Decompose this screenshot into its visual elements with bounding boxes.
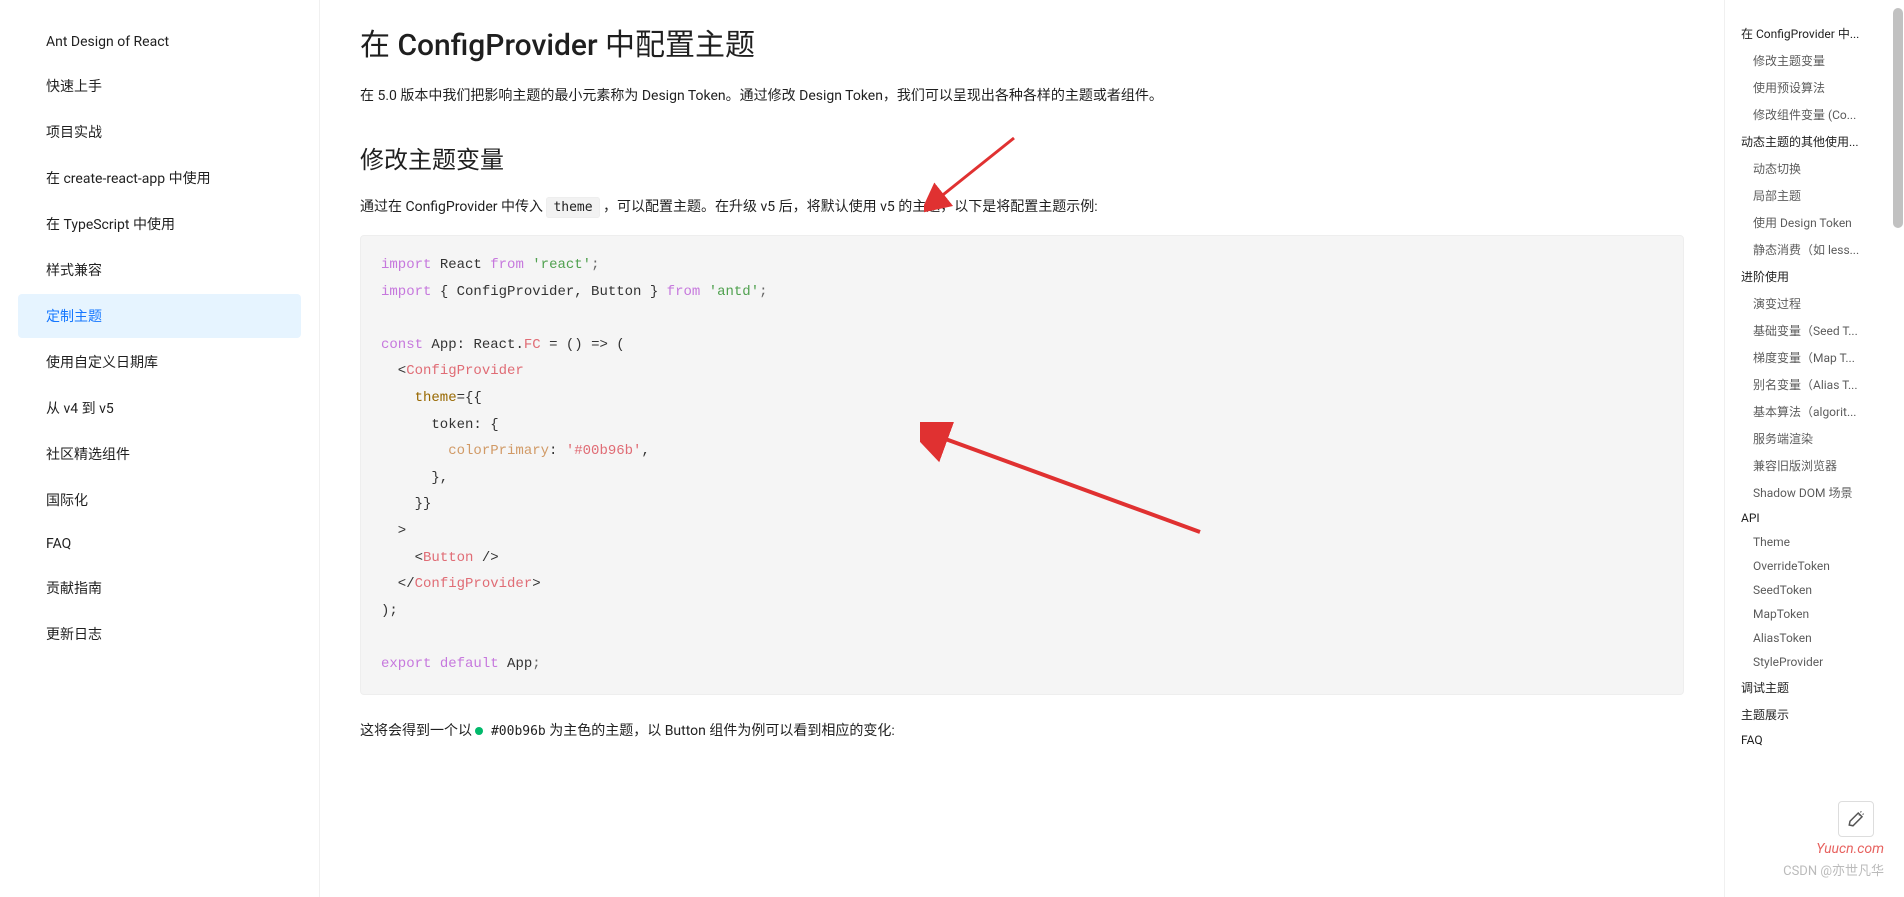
csdn-attribution: CSDN @亦世凡华 [1783, 860, 1884, 879]
toc-item[interactable]: 使用预设算法 [1725, 74, 1894, 101]
sidebar-item[interactable]: 社区精选组件 [18, 432, 301, 476]
sidebar-item[interactable]: 在 TypeScript 中使用 [18, 202, 301, 246]
sidebar-item[interactable]: 使用自定义日期库 [18, 340, 301, 384]
table-of-contents: 在 ConfigProvider 中...修改主题变量使用预设算法修改组件变量 … [1724, 0, 1904, 897]
toc-item[interactable]: 进阶使用 [1725, 263, 1894, 290]
sidebar-item[interactable]: 项目实战 [18, 110, 301, 154]
toc-item[interactable]: 动态主题的其他使用... [1725, 128, 1894, 155]
toc-item[interactable]: 主题展示 [1725, 701, 1894, 728]
sidebar-item[interactable]: 快速上手 [18, 64, 301, 108]
sidebar-item[interactable]: 样式兼容 [18, 248, 301, 292]
toc-item[interactable]: Theme [1725, 530, 1894, 554]
toc-item[interactable]: AliasToken [1725, 626, 1894, 650]
page-layout: Ant Design of React 快速上手 项目实战 在 create-r… [0, 0, 1904, 897]
theme-editor-fab[interactable] [1838, 801, 1874, 837]
color-swatch [475, 727, 483, 735]
sidebar-item[interactable]: 从 v4 到 v5 [18, 386, 301, 430]
toc-item[interactable]: 修改组件变量 (Co... [1725, 101, 1894, 128]
toc-item[interactable]: API [1725, 506, 1894, 530]
watermark: Yuucn.com [1816, 841, 1884, 857]
code-block[interactable]: import React from 'react'; import { Conf… [360, 235, 1684, 695]
toc-item[interactable]: 梯度变量（Map T... [1725, 344, 1894, 371]
sidebar-item[interactable]: 更新日志 [18, 612, 301, 656]
sidebar-item[interactable]: 在 create-react-app 中使用 [18, 156, 301, 200]
toc-item[interactable]: 演变过程 [1725, 290, 1894, 317]
toc-item[interactable]: SeedToken [1725, 578, 1894, 602]
sidebar-item[interactable]: Ant Design of React [18, 22, 301, 62]
color-hex: #00b96b [491, 724, 546, 739]
section-heading: 修改主题变量 [360, 140, 1684, 175]
toc-item[interactable]: 在 ConfigProvider 中... [1725, 20, 1894, 47]
toc-item[interactable]: 基础变量（Seed T... [1725, 317, 1894, 344]
scrollbar[interactable] [1890, 0, 1904, 897]
toc-item[interactable]: 使用 Design Token [1725, 209, 1894, 236]
toc-item[interactable]: 别名变量（Alias T... [1725, 371, 1894, 398]
main-content: 在 ConfigProvider 中配置主题 在 5.0 版本中我们把影响主题的… [320, 0, 1724, 897]
magic-wand-icon [1847, 810, 1865, 828]
sidebar-item[interactable]: FAQ [18, 524, 301, 564]
toc-item[interactable]: MapToken [1725, 602, 1894, 626]
section-paragraph: 通过在 ConfigProvider 中传入 theme ，可以配置主题。在升级… [360, 193, 1684, 221]
sidebar-left: Ant Design of React 快速上手 项目实战 在 create-r… [0, 0, 320, 897]
toc-item[interactable]: Shadow DOM 场景 [1725, 479, 1894, 506]
intro-paragraph: 在 5.0 版本中我们把影响主题的最小元素称为 Design Token。通过修… [360, 82, 1684, 110]
toc-item[interactable]: 动态切换 [1725, 155, 1894, 182]
toc-item[interactable]: 局部主题 [1725, 182, 1894, 209]
sidebar-item[interactable]: 国际化 [18, 478, 301, 522]
toc-item[interactable]: 修改主题变量 [1725, 47, 1894, 74]
toc-item[interactable]: 静态消费（如 less... [1725, 236, 1894, 263]
toc-item[interactable]: 兼容旧版浏览器 [1725, 452, 1894, 479]
toc-item[interactable]: 基本算法（algorit... [1725, 398, 1894, 425]
result-paragraph: 这将会得到一个以 #00b96b 为主色的主题，以 Button 组件为例可以看… [360, 717, 1684, 745]
sidebar-item-active[interactable]: 定制主题 [18, 294, 301, 338]
inline-code: theme [546, 197, 599, 218]
toc-item[interactable]: StyleProvider [1725, 650, 1894, 674]
page-title: 在 ConfigProvider 中配置主题 [360, 20, 1684, 64]
toc-item[interactable]: 调试主题 [1725, 674, 1894, 701]
toc-item[interactable]: OverrideToken [1725, 554, 1894, 578]
toc-item[interactable]: FAQ [1725, 728, 1894, 752]
toc-item[interactable]: 服务端渲染 [1725, 425, 1894, 452]
sidebar-item[interactable]: 贡献指南 [18, 566, 301, 610]
